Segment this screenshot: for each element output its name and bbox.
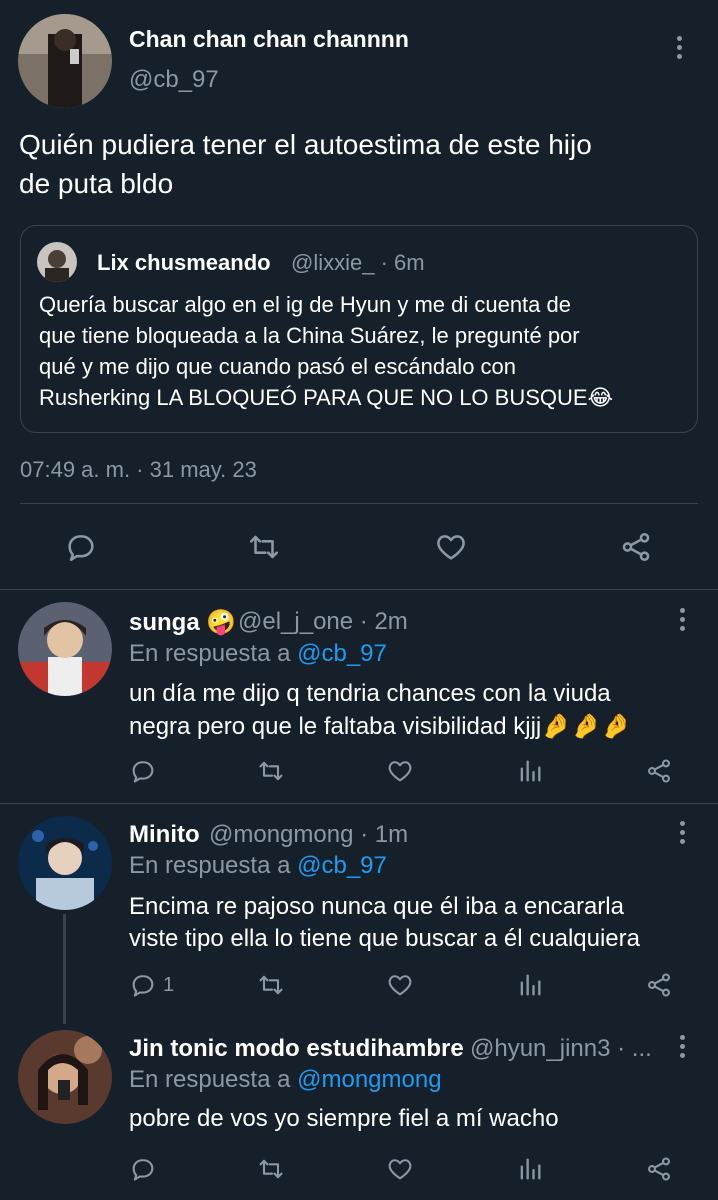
quoted-tweet-avatar bbox=[37, 242, 77, 282]
quoted-tweet-line1: Quería buscar algo en el ig de Hyun y me… bbox=[39, 292, 571, 317]
reply-avatar[interactable] bbox=[18, 816, 112, 910]
reply-avatar[interactable] bbox=[18, 602, 112, 696]
quoted-tweet-line3: qué y me dijo que cuando pasó el escánda… bbox=[39, 354, 517, 379]
reply-text-line2: negra pero que le faltaba visibilidad kj… bbox=[129, 713, 631, 740]
quoted-tweet[interactable]: Lix chusmeando @lixxie_ · 6m Quería busc… bbox=[20, 225, 698, 433]
reply-icon[interactable] bbox=[129, 1155, 157, 1183]
retweet-icon[interactable] bbox=[257, 971, 285, 999]
reply-author-handle[interactable]: @el_j_one · 2m bbox=[238, 608, 408, 636]
reply-context: En respuesta a @cb_97 bbox=[129, 640, 387, 668]
reply-author-handle[interactable]: @hyun_jinn3 · ... bbox=[470, 1035, 652, 1063]
retweet-icon[interactable] bbox=[257, 757, 285, 785]
views-icon[interactable] bbox=[516, 757, 544, 785]
share-icon[interactable] bbox=[619, 530, 653, 564]
reply-prefix: En respuesta a bbox=[129, 852, 291, 879]
main-tweet-timestamp[interactable]: 07:49 a. m. · 31 may. 23 bbox=[20, 457, 257, 483]
reply-text-line2: viste tipo ella lo tiene que buscar a él… bbox=[129, 925, 640, 952]
quoted-tweet-author-handle: @lixxie_ · 6m bbox=[291, 250, 425, 275]
reply-author-name[interactable]: Minito bbox=[129, 821, 200, 849]
retweet-icon[interactable] bbox=[247, 530, 281, 564]
main-tweet-text-line1: Quién pudiera tener el autoestima de est… bbox=[19, 129, 592, 160]
reply-icon[interactable] bbox=[64, 530, 98, 564]
retweet-icon[interactable] bbox=[257, 1155, 285, 1183]
more-icon[interactable] bbox=[677, 608, 687, 636]
main-tweet-text-line2: de puta bldo bbox=[19, 168, 174, 199]
reply-icon[interactable] bbox=[129, 757, 157, 785]
divider bbox=[0, 589, 718, 590]
reply-to-link[interactable]: @mongmong bbox=[297, 1066, 441, 1093]
views-icon[interactable] bbox=[516, 1155, 544, 1183]
reply-author-handle[interactable]: @mongmong · 1m bbox=[209, 821, 408, 849]
share-icon[interactable] bbox=[645, 971, 673, 999]
like-icon[interactable] bbox=[386, 757, 414, 785]
reply-to-link[interactable]: @cb_97 bbox=[297, 852, 387, 879]
reply-text-line1: pobre de vos yo siempre fiel a mí wacho bbox=[129, 1105, 559, 1132]
like-icon[interactable] bbox=[386, 1155, 414, 1183]
main-tweet-author-handle[interactable]: @cb_97 bbox=[129, 66, 219, 94]
like-icon[interactable] bbox=[386, 971, 414, 999]
quoted-tweet-line2: que tiene bloqueada a la China Suárez, l… bbox=[39, 323, 580, 348]
share-icon[interactable] bbox=[645, 1155, 673, 1183]
reply-author-name[interactable]: Jin tonic modo estudihambre bbox=[129, 1035, 464, 1063]
reply-context: En respuesta a @mongmong bbox=[129, 1066, 442, 1094]
main-tweet-author-name[interactable]: Chan chan chan channnn bbox=[129, 26, 409, 53]
more-icon[interactable] bbox=[677, 821, 687, 849]
reply-text-line1: Encima re pajoso nunca que él iba a enca… bbox=[129, 893, 624, 920]
divider bbox=[0, 803, 718, 804]
share-icon[interactable] bbox=[645, 757, 673, 785]
views-icon[interactable] bbox=[516, 971, 544, 999]
reply-prefix: En respuesta a bbox=[129, 640, 291, 667]
reply-count: 1 bbox=[163, 974, 175, 996]
more-icon[interactable] bbox=[677, 1035, 687, 1063]
reply-prefix: En respuesta a bbox=[129, 1066, 291, 1093]
reply-context: En respuesta a @cb_97 bbox=[129, 852, 387, 880]
thread-line bbox=[63, 914, 66, 1024]
reply-icon[interactable] bbox=[129, 971, 157, 999]
quoted-tweet-author-name: Lix chusmeando bbox=[97, 250, 271, 275]
main-tweet-avatar[interactable] bbox=[18, 14, 112, 108]
reply-author-name[interactable]: sunga 🤪 bbox=[129, 608, 236, 637]
divider bbox=[20, 503, 698, 504]
reply-to-link[interactable]: @cb_97 bbox=[297, 640, 387, 667]
reply-avatar[interactable] bbox=[18, 1030, 112, 1124]
quoted-tweet-line4: Rusherking LA BLOQUEÓ PARA QUE NO LO BUS… bbox=[39, 385, 614, 410]
like-icon[interactable] bbox=[434, 530, 468, 564]
more-icon[interactable] bbox=[674, 36, 684, 64]
reply-text-line1: un día me dijo q tendria chances con la … bbox=[129, 680, 611, 707]
